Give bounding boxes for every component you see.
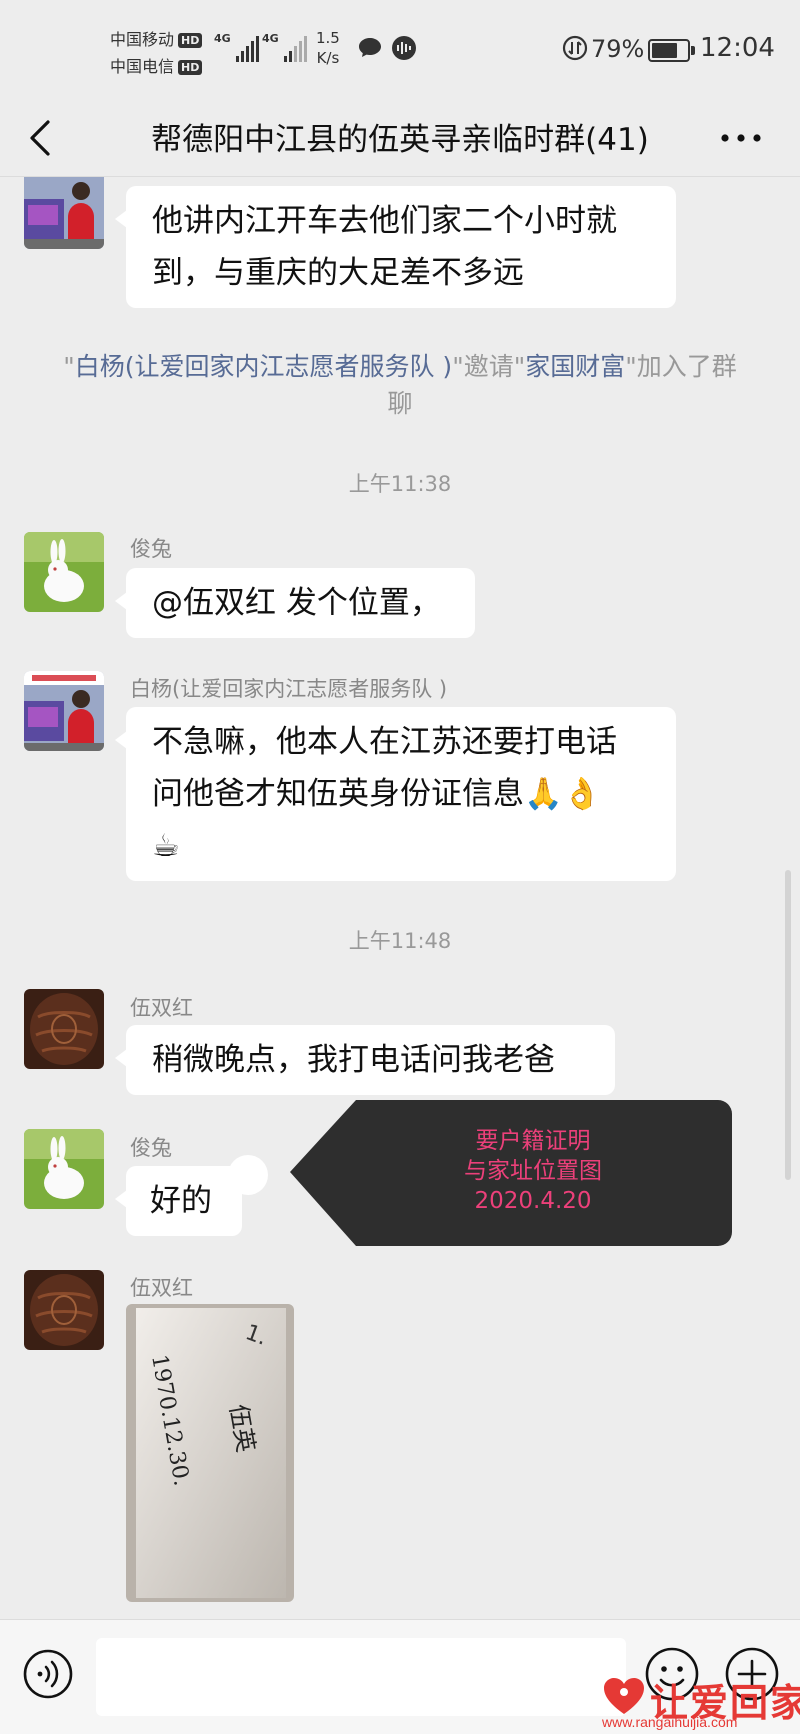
sender-name: 俊兔 <box>130 537 172 561</box>
photo-message[interactable]: 1. 1970.12.30. 伍英 <box>126 1304 294 1602</box>
watermark-url: www.rangaihuijia.com <box>602 1714 738 1730</box>
sender-name: 俊兔 <box>130 1136 172 1160</box>
hd-badge: HD <box>178 60 203 75</box>
system-message: "白杨(让爱回家内江志愿者服务队 )"邀请"家国财富"加入了群聊 <box>63 352 737 418</box>
chat-header: 帮德阳中江县的伍英寻亲临时群(41) <box>0 100 800 177</box>
inviter-name[interactable]: 白杨(让爱回家内江志愿者服务队 ) <box>75 352 452 381</box>
sender-name: 伍双红 <box>130 1276 193 1300</box>
battery-percent: 79% <box>591 35 645 63</box>
signal-icon: 4G <box>214 32 259 62</box>
rabbit-avatar[interactable] <box>24 532 104 612</box>
sender-name: 伍双红 <box>130 996 193 1020</box>
more-options-button[interactable] <box>716 120 766 156</box>
chat-title: 帮德阳中江县的伍英寻亲临时群(41) <box>151 122 649 158</box>
rabbit-avatar[interactable] <box>24 1129 104 1209</box>
battery-icon <box>648 39 695 62</box>
data-saver-icon <box>562 35 588 61</box>
sender-name: 白杨(让爱回家内江志愿者服务队 ) <box>130 677 448 701</box>
hd-badge: HD <box>178 33 203 48</box>
timestamp: 上午11:48 <box>348 929 452 953</box>
network-speed: 1.5 K/s <box>316 29 340 67</box>
signal-icon: 4G <box>262 32 307 62</box>
invitee-name[interactable]: 家国财富 <box>525 352 625 381</box>
clock: 12:04 <box>700 33 775 63</box>
heart-logo-icon <box>604 1678 644 1714</box>
carrier-2: 中国电信 HD <box>110 53 203 77</box>
message-bubble[interactable]: 他讲内江开车去他们家二个小时就 到，与重庆的大足差不多远 <box>115 186 676 308</box>
bubble-highlight <box>228 1155 268 1195</box>
scrollbar[interactable] <box>785 870 791 1180</box>
chat-notification-icon <box>359 38 381 57</box>
status-bar: 中国移动 HD 中国电信 HD 4G 4G 1.5 K/s 79% 12:04 <box>0 0 800 100</box>
message-bubble[interactable]: @伍双红 发个位置， <box>115 568 475 638</box>
wood-avatar[interactable] <box>24 1270 104 1350</box>
carrier-1: 中国移动 HD <box>110 26 203 50</box>
wood-avatar[interactable] <box>24 989 104 1069</box>
annotation-note-text: 要户籍证明 与家址位置图 2020.4.20 <box>464 1128 602 1214</box>
voice-input-button[interactable] <box>22 1648 74 1700</box>
volunteer-avatar[interactable] <box>24 671 104 751</box>
voice-notification-icon <box>392 36 416 60</box>
message-bubble[interactable]: 好的 <box>115 1166 242 1236</box>
message-bubble[interactable]: 稍微晚点，我打电话问我老爸 <box>115 1025 615 1095</box>
volunteer-avatar[interactable] <box>24 177 104 249</box>
message-input[interactable] <box>96 1638 626 1716</box>
message-bubble[interactable]: 不急嘛，他本人在江苏还要打电话 问他爸才知伍英身份证信息🙏👌 ☕ <box>115 707 676 881</box>
back-button[interactable] <box>20 110 70 166</box>
chat-history[interactable]: 他讲内江开车去他们家二个小时就 到，与重庆的大足差不多远 "白杨(让爱回家内江志… <box>0 177 800 1619</box>
timestamp: 上午11:38 <box>348 472 452 496</box>
